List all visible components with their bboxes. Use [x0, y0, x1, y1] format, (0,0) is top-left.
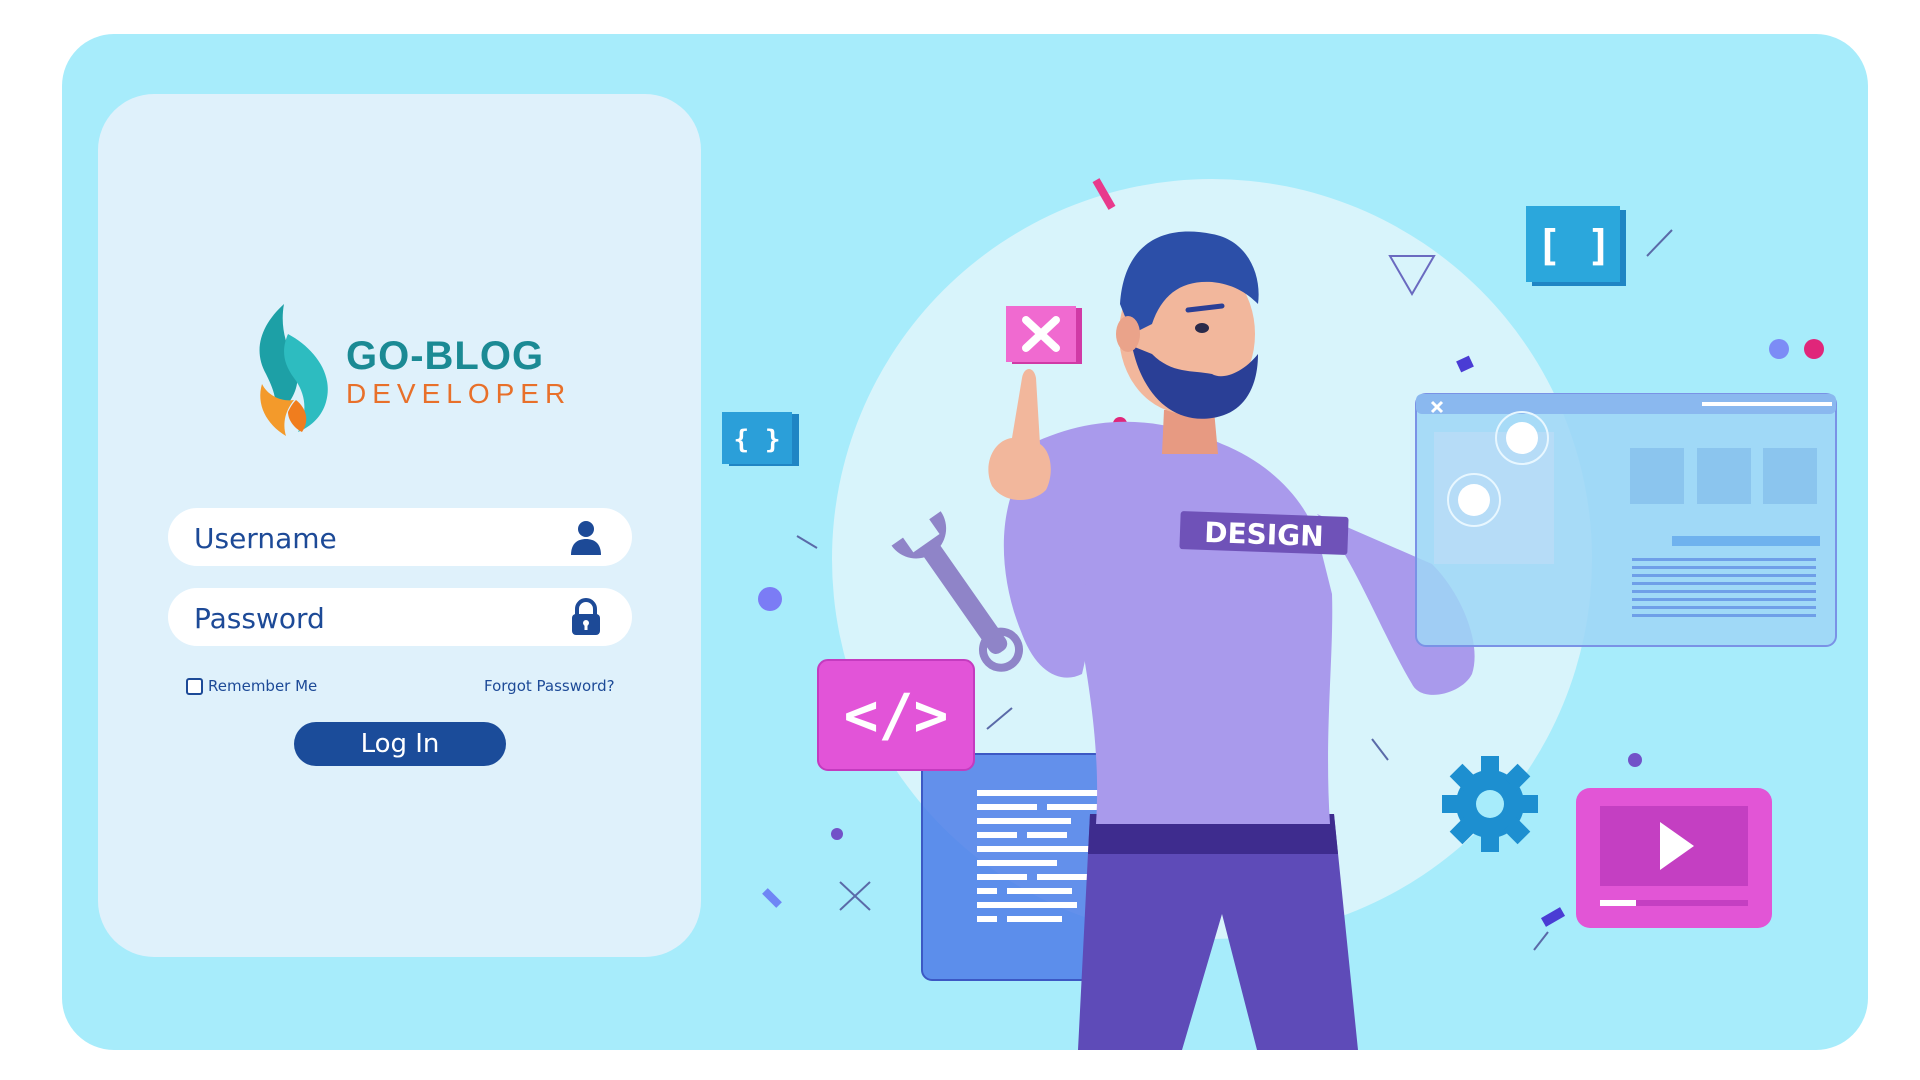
gear-icon	[1442, 756, 1538, 852]
developer-illustration: { } [ ] </> DESIGN	[722, 178, 1837, 1050]
video-player-tile	[1576, 788, 1772, 928]
browser-window-panel	[1415, 393, 1837, 647]
shirt-badge-text: DESIGN	[1204, 516, 1324, 553]
bracket-tile-small-text: { }	[734, 425, 781, 455]
bracket-tile-small: { }	[722, 412, 799, 466]
code-tag-tile: </>	[817, 659, 975, 771]
code-tag-text: </>	[844, 681, 949, 749]
bracket-tile-large-text: [ ]	[1536, 221, 1612, 270]
bracket-tile-large: [ ]	[1526, 206, 1626, 286]
close-tile	[1006, 306, 1082, 364]
page-background: GO-BLOG DEVELOPER Remember Me Forgot Pas…	[62, 34, 1868, 1050]
